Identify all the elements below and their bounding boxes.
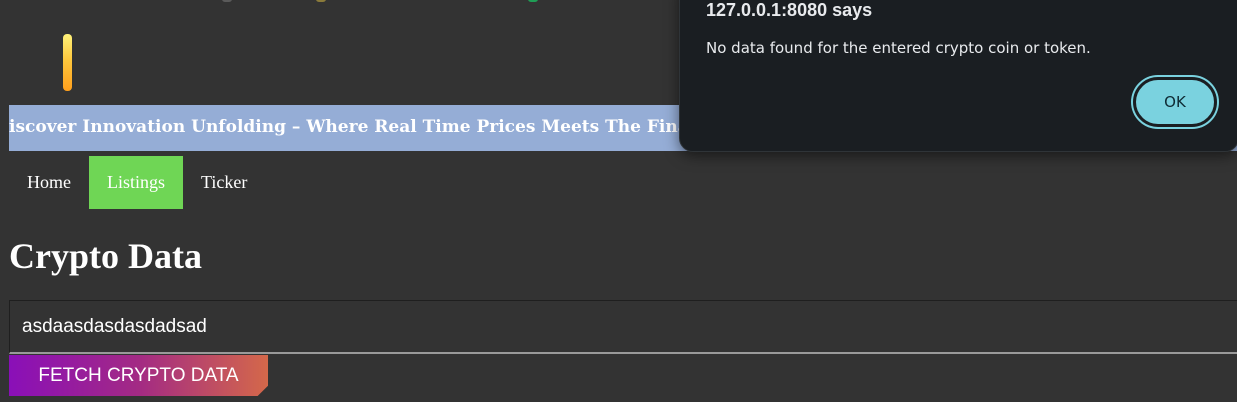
fetch-crypto-data-button[interactable]: FETCH CRYPTO DATA xyxy=(9,355,268,396)
alert-ok-button[interactable]: OK xyxy=(1133,77,1217,127)
page-title: Crypto Data xyxy=(9,236,202,276)
nav-item-home[interactable]: Home xyxy=(9,156,89,209)
main-nav: Home Listings Ticker xyxy=(9,156,265,209)
logo-fragment xyxy=(316,0,326,2)
marquee-text: iscover Innovation Unfolding – Where Rea… xyxy=(9,117,754,137)
nav-item-listings[interactable]: Listings xyxy=(89,156,184,209)
page: iscover Innovation Unfolding – Where Rea… xyxy=(0,0,1237,402)
alert-message: No data found for the entered crypto coi… xyxy=(706,39,1091,57)
crypto-search-input[interactable] xyxy=(9,300,1237,354)
logo-fragment xyxy=(222,0,232,2)
logo-icon xyxy=(63,34,72,91)
logo-area xyxy=(0,0,680,100)
nav-item-ticker[interactable]: Ticker xyxy=(183,156,265,209)
alert-dialog: 127.0.0.1:8080 says No data found for th… xyxy=(679,0,1237,152)
alert-title: 127.0.0.1:8080 says xyxy=(706,0,873,20)
logo-fragment xyxy=(528,0,538,2)
